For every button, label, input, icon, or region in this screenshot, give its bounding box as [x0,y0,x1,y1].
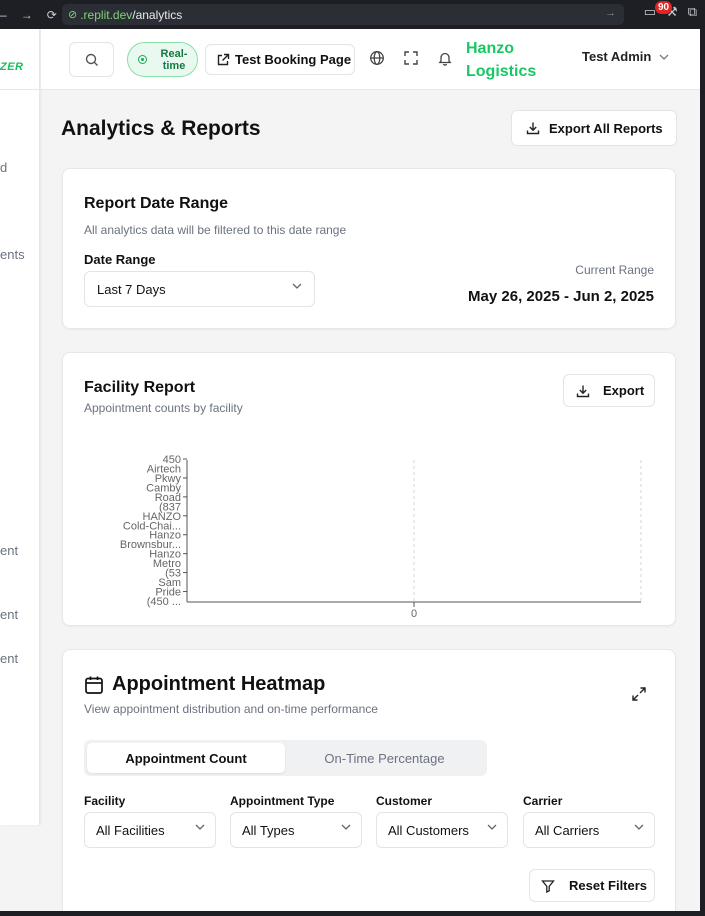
chevron-down-icon [195,824,205,830]
test-booking-button[interactable]: Test Booking Page [205,44,355,75]
facility-filter-value: All Facilities [96,822,165,838]
divider [0,89,40,90]
globe-icon[interactable] [368,49,386,67]
card-title: Report Date Range [84,195,229,212]
realtime-badge: Real-time [127,42,198,77]
current-range-label: Current Range [575,263,654,277]
export-all-label: Export All Reports [549,120,663,136]
view-toggle: Appointment Count On-Time Percentage [84,740,487,776]
carrier-filter-value: All Carriers [535,822,600,838]
card-subtitle: View appointment distribution and on-tim… [84,702,378,716]
app-viewport: ZER d ents ent ent ent Real-time Test Bo… [0,29,700,911]
customer-filter-value: All Customers [388,822,469,838]
date-range-select[interactable]: Last 7 Days [84,271,315,307]
facility-filter-label: Facility [84,794,126,808]
url-host: .replit.dev [80,7,133,22]
reset-filters-button[interactable]: Reset Filters [529,869,655,902]
bell-icon[interactable] [436,49,454,67]
organization-name: Hanzo Logistics [466,40,537,80]
appointment-type-filter-value: All Types [242,822,295,838]
forward-icon[interactable]: → [21,8,33,22]
chevron-down-icon [659,54,669,60]
x-axis-label: Events Count [375,624,453,627]
export-all-button[interactable]: Export All Reports [511,110,677,146]
facility-filter-select[interactable]: All Facilities [84,812,216,848]
chevron-down-icon [487,824,497,830]
card-subtitle: All analytics data will be filtered to t… [84,223,347,237]
carrier-filter-label: Carrier [523,794,563,808]
browser-toolbar: – → ⟳ ⊘ .replit.dev /analytics → ▭ ⚒ ⧉ 9… [0,0,705,29]
sidebar-item-label[interactable]: ent [0,651,18,666]
status-dot-icon [138,55,147,64]
search-icon [85,53,98,66]
calendar-icon [85,676,103,694]
user-name: Test Admin [582,49,652,64]
date-range-value: Last 7 Days [97,281,166,297]
carrier-filter-select[interactable]: All Carriers [523,812,655,848]
toggle-on-time-percentage[interactable]: On-Time Percentage [285,743,484,773]
date-range-label: Date Range [84,252,156,267]
sidebar-item-label[interactable]: ent [0,607,18,622]
sidebar-item-label[interactable]: ents [0,247,25,262]
appointment-type-filter-select[interactable]: All Types [230,812,362,848]
expand-icon[interactable] [631,686,649,704]
chevron-down-icon [634,824,644,830]
chevron-down-icon [341,824,351,830]
user-menu[interactable]: Test Admin [582,49,669,64]
facility-report-card: Facility Report Appointment counts by fa… [62,352,676,627]
back-icon[interactable]: – [0,8,7,22]
window-edge [700,29,705,916]
reset-filters-label: Reset Filters [569,878,648,893]
link-icon: ⊘ [68,9,78,21]
fullscreen-icon[interactable] [402,49,420,67]
heatmap-title: Appointment Heatmap [84,673,325,696]
chevron-down-icon [292,283,302,289]
open-external-icon[interactable]: ⧉ [688,4,697,20]
heatmap-card: Appointment Heatmap View appointment dis… [62,649,676,911]
sidebar-item-label[interactable]: ent [0,543,18,558]
search-button[interactable] [69,42,114,77]
reload-icon[interactable]: ⟳ [47,8,57,22]
test-booking-label: Test Booking Page [235,52,352,67]
address-bar[interactable]: ⊘ .replit.dev /analytics → [62,4,624,25]
go-icon[interactable]: → [605,7,616,19]
url-path: /analytics [132,7,183,22]
sidebar: ZER d ents ent ent ent [0,29,40,825]
heatmap-title-text: Appointment Heatmap [112,673,326,695]
customer-filter-label: Customer [376,794,433,808]
window-edge [0,911,705,916]
app-logo: ZER [0,61,24,73]
filter-icon [541,879,555,893]
customer-filter-select[interactable]: All Customers [376,812,508,848]
realtime-label: Real-time [160,47,188,72]
notification-badge: 90 [655,1,673,14]
appointment-type-filter-label: Appointment Type [230,794,335,808]
download-icon [526,122,540,135]
top-header: Real-time Test Booking Page Hanzo Logist… [41,29,700,90]
facility-chart: 450AirtechPkwyCambyRoad(837HANZOCold-Cha… [120,454,642,627]
y-tick-label: (450 ... [147,596,181,608]
browser-nav: – → ⟳ [0,8,62,22]
page-title: Analytics & Reports [61,117,261,140]
date-range-card: Report Date Range All analytics data wil… [62,168,676,329]
current-range-value: May 26, 2025 - Jun 2, 2025 [468,288,654,305]
external-link-icon [217,53,230,65]
toggle-appointment-count[interactable]: Appointment Count [87,743,285,773]
x-tick-label: 0 [411,608,417,620]
sidebar-item-label[interactable]: d [0,160,7,175]
